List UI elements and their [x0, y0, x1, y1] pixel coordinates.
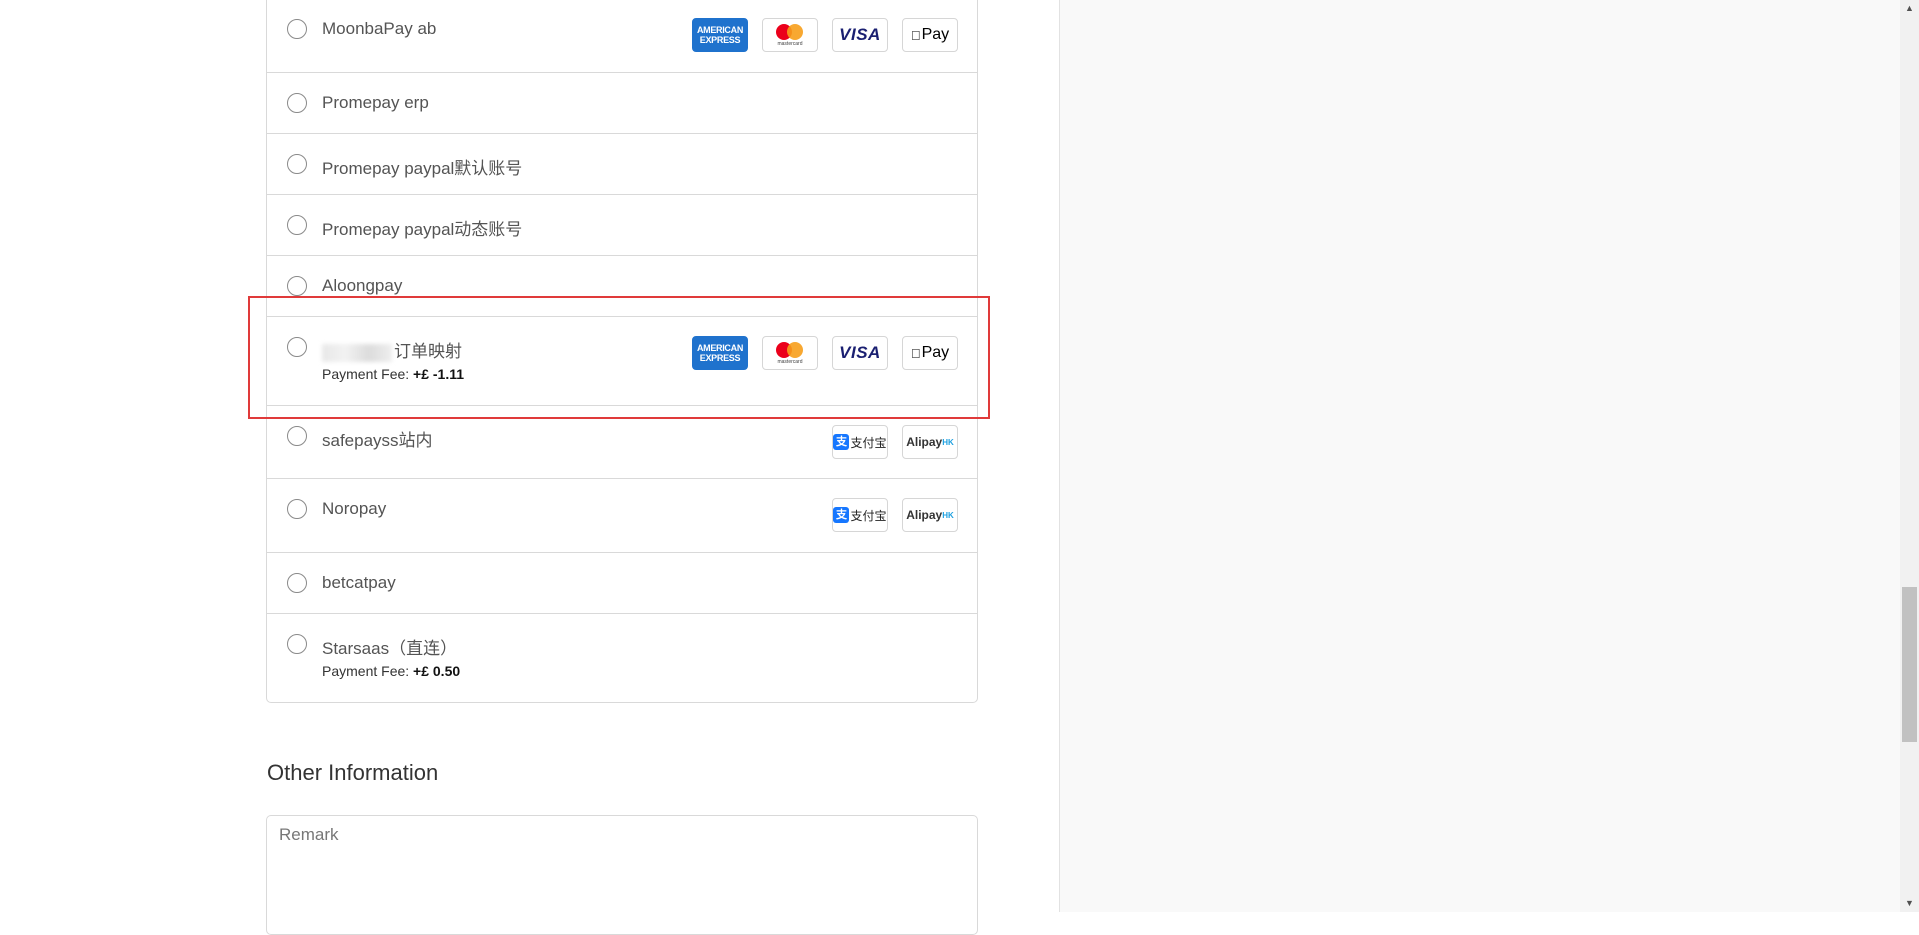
payment-method-label: Promepay erp — [322, 93, 429, 112]
alipay-hk-icon: Alipay HK — [902, 498, 958, 532]
card-icons: AMERICANEXPRESS mastercard VISA Pay — [692, 18, 958, 52]
scroll-up-arrow-icon[interactable]: ▲ — [1900, 0, 1919, 17]
other-information-title: Other Information — [267, 760, 439, 785]
alipay-icon: 支支付宝 — [832, 498, 888, 532]
radio-button[interactable] — [287, 499, 307, 519]
payment-fee: Payment Fee: +£ 0.50 — [322, 663, 461, 679]
payment-method-promepay-paypal-default[interactable]: Promepay paypal默认账号 — [267, 133, 977, 194]
payment-method-label: Noropay — [322, 499, 387, 518]
radio-button[interactable] — [287, 276, 307, 296]
radio-button[interactable] — [287, 154, 307, 174]
scrollbar-track[interactable] — [1900, 0, 1919, 912]
amex-icon: AMERICAN EXPRESS — [692, 18, 748, 52]
payment-method-promepay-erp[interactable]: Promepay erp — [267, 72, 977, 133]
payment-method-promepay-paypal-dynamic[interactable]: Promepay paypal动态账号 — [267, 194, 977, 255]
payment-method-starsaas[interactable]: Starsaas（直连） Payment Fee: +£ 0.50 — [267, 613, 977, 702]
payment-method-label: Aloongpay — [322, 276, 403, 295]
visa-icon: VISA — [832, 18, 888, 52]
scroll-down-arrow-icon[interactable]: ▼ — [1900, 895, 1919, 912]
payment-method-label: Starsaas（直连） — [322, 639, 458, 658]
wallet-icons: 支支付宝 Alipay HK — [832, 498, 958, 532]
apple-pay-icon: Pay — [902, 18, 958, 52]
radio-button[interactable] — [287, 93, 307, 113]
payment-method-noropay[interactable]: Noropay 支支付宝 Alipay HK — [267, 478, 977, 552]
radio-button[interactable] — [287, 19, 307, 39]
right-panel — [1059, 0, 1901, 912]
payment-method-moonbapay[interactable]: MoonbaPay ab AMERICAN EXPRESS mastercard … — [267, 0, 977, 72]
payment-method-label: Promepay paypal默认账号 — [322, 159, 523, 178]
payment-method-betcatpay[interactable]: betcatpay — [267, 552, 977, 613]
alipay-hk-icon: Alipay HK — [902, 425, 958, 459]
radio-button[interactable] — [287, 426, 307, 446]
remark-placeholder: Remark — [279, 825, 339, 844]
radio-button[interactable] — [287, 215, 307, 235]
scrollbar-thumb[interactable] — [1902, 587, 1917, 742]
radio-button[interactable] — [287, 573, 307, 593]
mastercard-icon: mastercard — [762, 18, 818, 52]
wallet-icons: 支支付宝 Alipay HK — [832, 425, 958, 459]
radio-button[interactable] — [287, 634, 307, 654]
payment-method-label: Promepay paypal动态账号 — [322, 220, 523, 239]
remark-textarea[interactable]: Remark — [266, 815, 978, 935]
alipay-icon: 支支付宝 — [832, 425, 888, 459]
highlight-box — [248, 296, 990, 419]
payment-method-label: safepayss站内 — [322, 431, 433, 450]
payment-method-label: MoonbaPay ab — [322, 19, 437, 38]
payment-method-label: betcatpay — [322, 573, 396, 592]
